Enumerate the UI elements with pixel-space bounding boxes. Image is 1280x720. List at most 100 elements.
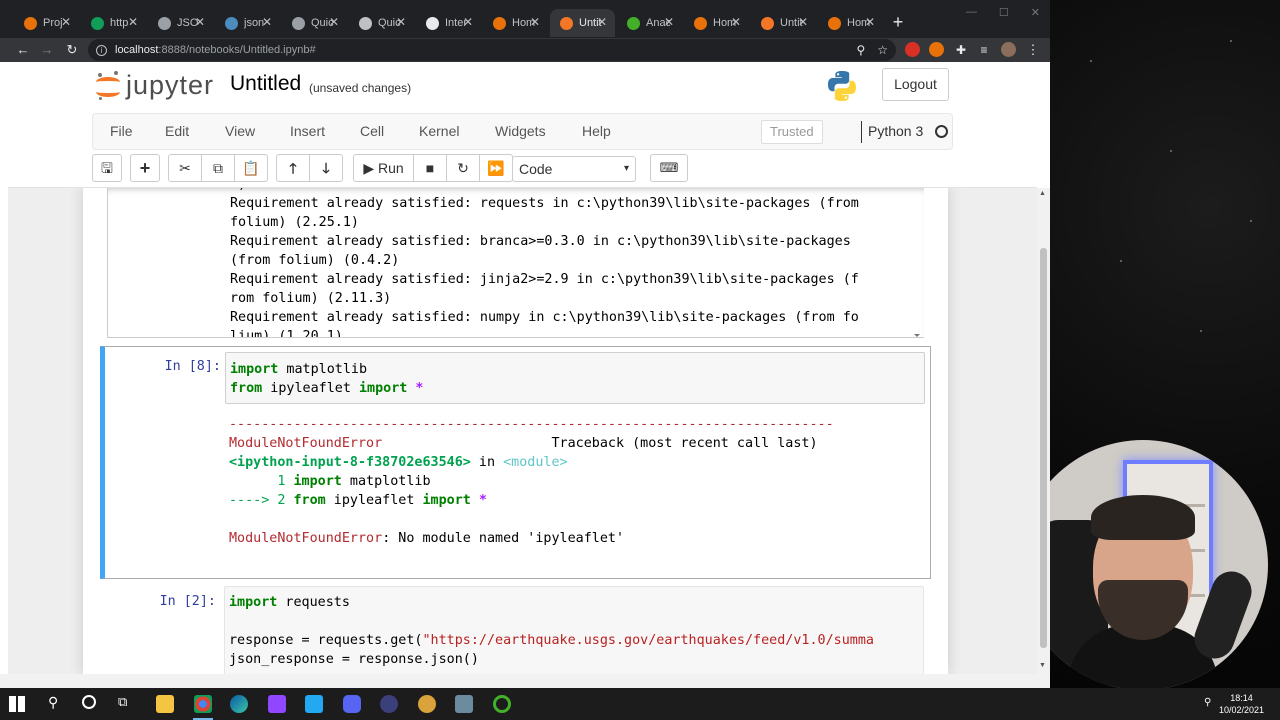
tab-close-icon[interactable]: ✕ [195, 15, 205, 29]
profile-avatar[interactable] [1001, 42, 1016, 57]
restart-run-all-icon[interactable]: ⏩ [479, 154, 513, 182]
tab-close-icon[interactable]: ✕ [396, 15, 406, 29]
bookmark-star-icon[interactable]: ☆ [877, 39, 888, 61]
logout-button[interactable]: Logout [882, 68, 949, 101]
obs-icon[interactable] [380, 695, 398, 713]
jupyter-logo[interactable]: jupyter [96, 70, 214, 101]
move-up-icon[interactable]: 🡑 [276, 154, 310, 182]
copy-icon[interactable]: ⧉ [201, 154, 235, 182]
forward-icon[interactable]: → [38, 40, 56, 60]
tab-close-icon[interactable]: ✕ [128, 15, 138, 29]
interrupt-icon[interactable]: ■ [413, 154, 447, 182]
browser-tab[interactable]: Hom ✕ [684, 9, 749, 37]
address-bar[interactable]: i localhost:8888/notebooks/Untitled.ipyn… [88, 39, 896, 61]
twitch-icon[interactable] [268, 695, 286, 713]
browser-tab[interactable]: Untit ✕ [751, 9, 816, 37]
new-tab-button[interactable]: + [888, 12, 908, 32]
browser-tab[interactable]: Hom ✕ [818, 9, 883, 37]
paste-icon[interactable]: 📋 [234, 154, 268, 182]
chrome-taskbar-icon[interactable] [194, 695, 212, 713]
windows-start-icon[interactable] [9, 696, 25, 712]
maximize-icon[interactable]: ☐ [999, 6, 1009, 19]
anaconda-icon[interactable] [493, 695, 511, 713]
extension-icon-red[interactable] [905, 42, 920, 57]
code-editor[interactable]: import matplotlib from ipyleaflet import… [225, 352, 925, 404]
tab-close-icon[interactable]: ✕ [329, 15, 339, 29]
browser-tab[interactable]: Inter ✕ [416, 9, 481, 37]
menu-kernel[interactable]: Kernel [419, 123, 459, 139]
notebook-title[interactable]: Untitled [230, 72, 301, 96]
app-icon[interactable] [418, 695, 436, 713]
task-view-icon[interactable]: ⧉ [118, 694, 127, 710]
cell-prompt: In [8]: [164, 359, 221, 374]
scroll-down-icon[interactable]: ▼ [1039, 662, 1046, 669]
tab-close-icon[interactable]: ✕ [865, 15, 875, 29]
browser-tab[interactable]: Untit ✕ [550, 9, 615, 37]
reading-list-icon[interactable]: ≡ [975, 40, 993, 60]
menu-file[interactable]: File [110, 123, 133, 139]
trusted-indicator[interactable]: Trusted [761, 120, 823, 144]
run-button[interactable]: ▶ Run [353, 154, 414, 182]
page-scrollbar[interactable]: ▲ ▼ [1037, 188, 1050, 674]
save-icon[interactable]: 🖫 [92, 154, 122, 182]
system-clock[interactable]: 18:14 10/02/2021 [1219, 692, 1264, 716]
browser-tab[interactable]: JSO ✕ [148, 9, 213, 37]
browser-tab[interactable]: Anac ✕ [617, 9, 682, 37]
keyboard-shortcuts-icon[interactable]: ⌨ [650, 154, 688, 182]
search-icon[interactable]: ⚲ [48, 694, 58, 711]
browser-tab[interactable]: Proj ✕ [14, 9, 79, 37]
move-down-icon[interactable]: 🡓 [309, 154, 343, 182]
code-cell-selected[interactable]: In [8]: import matplotlib from ipyleafle… [100, 346, 931, 579]
network-icon[interactable]: ⚲ [1204, 697, 1211, 708]
cell-type-select[interactable]: Code ▾ [512, 156, 636, 182]
error-name: ModuleNotFoundError [229, 531, 383, 546]
terminal-icon[interactable] [455, 695, 473, 713]
menu-cell[interactable]: Cell [360, 123, 384, 139]
chrome-menu-icon[interactable]: ⋮ [1024, 40, 1042, 60]
tab-close-icon[interactable]: ✕ [798, 15, 808, 29]
menu-insert[interactable]: Insert [290, 123, 325, 139]
cut-icon[interactable]: ✂ [168, 154, 202, 182]
scrollbar-thumb[interactable] [1040, 248, 1047, 648]
close-window-icon[interactable]: ✕ [1031, 6, 1040, 19]
cortana-icon[interactable] [82, 695, 96, 709]
tab-favicon-icon [24, 16, 37, 30]
tab-close-icon[interactable]: ✕ [61, 15, 71, 29]
menu-view[interactable]: View [225, 123, 255, 139]
tab-close-icon[interactable]: ✕ [731, 15, 741, 29]
file-explorer-icon[interactable] [156, 695, 174, 713]
puzzle-extensions-icon[interactable]: ✚ [952, 40, 970, 60]
browser-tab[interactable]: json ✕ [215, 9, 280, 37]
code-cell[interactable]: In [2]: import requests response = reque… [100, 586, 931, 674]
browser-tab[interactable]: Quic ✕ [282, 9, 347, 37]
browser-tab[interactable]: Hom ✕ [483, 9, 548, 37]
discord-icon[interactable] [343, 695, 361, 713]
reload-icon[interactable]: ↻ [63, 40, 81, 60]
tab-close-icon[interactable]: ✕ [597, 15, 607, 29]
scroll-up-icon[interactable]: ▲ [1039, 190, 1046, 197]
insert-cell-below-icon[interactable]: + [130, 154, 160, 182]
code-editor[interactable]: import requests response = requests.get(… [224, 586, 924, 674]
menu-edit[interactable]: Edit [165, 123, 189, 139]
menu-widgets[interactable]: Widgets [495, 123, 546, 139]
scrolled-output[interactable]: 1) Requirement already satisfied: reques… [107, 188, 924, 338]
menu-help[interactable]: Help [582, 123, 611, 139]
tab-close-icon[interactable]: ✕ [664, 15, 674, 29]
minimize-icon[interactable]: — [966, 6, 977, 19]
extension-icon-orange[interactable] [929, 42, 944, 57]
zoom-icon[interactable]: ⚲ [856, 39, 865, 61]
tab-close-icon[interactable]: ✕ [262, 15, 272, 29]
tab-close-icon[interactable]: ✕ [530, 15, 540, 29]
screen: Proj ✕ http ✕ JSO ✕ json ✕ Quic ✕ Quic ✕ Inter ✕ Hom ✕ U… [0, 0, 1280, 720]
jupyter-logo-text: jupyter [126, 70, 215, 100]
browser-tab[interactable]: Quic ✕ [349, 9, 414, 37]
kernel-name[interactable]: Python 3 [868, 123, 923, 139]
output-scrollbar[interactable] [912, 188, 922, 338]
restart-icon[interactable]: ↻ [446, 154, 480, 182]
edge-icon[interactable] [230, 695, 248, 713]
back-icon[interactable]: ← [14, 40, 32, 60]
vscode-icon[interactable] [305, 695, 323, 713]
browser-tab[interactable]: http ✕ [81, 9, 146, 37]
tab-close-icon[interactable]: ✕ [463, 15, 473, 29]
site-info-icon[interactable]: i [96, 44, 107, 56]
